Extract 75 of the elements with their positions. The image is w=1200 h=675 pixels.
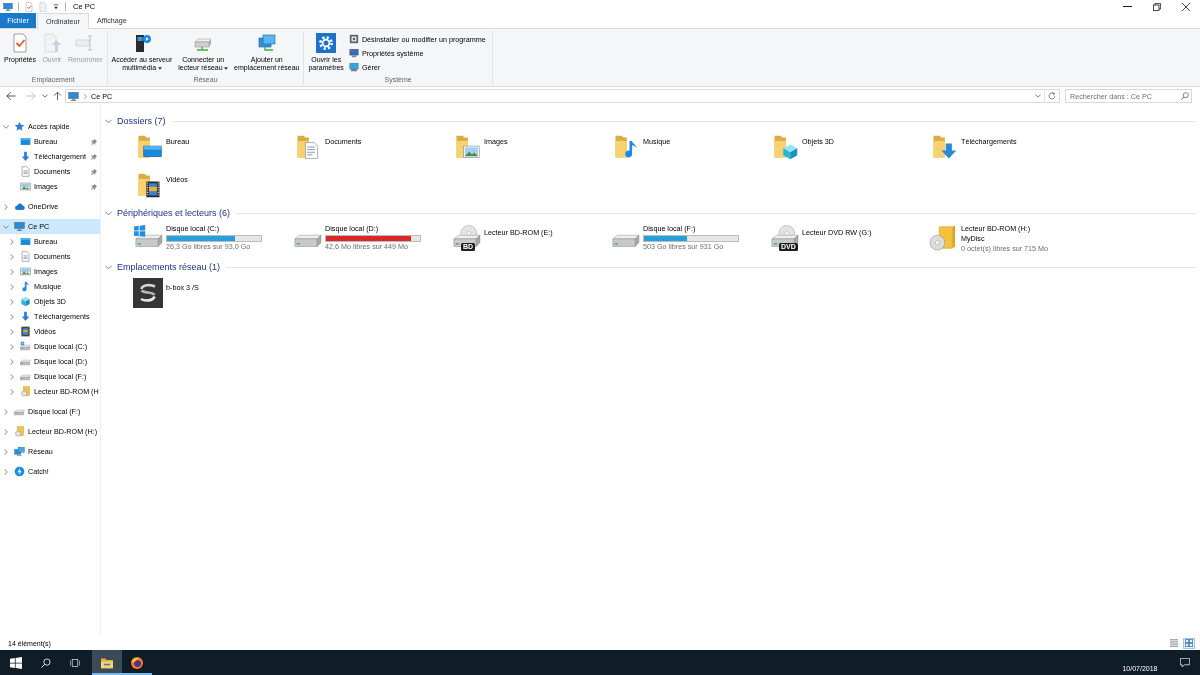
search-icon[interactable] [41, 657, 51, 668]
document-icon [20, 251, 31, 262]
program-box-icon [348, 34, 359, 44]
chevron-right-icon[interactable] [9, 328, 15, 335]
computer-icon [68, 90, 79, 102]
cloud-icon [14, 201, 25, 212]
details-list-icon [1170, 639, 1178, 647]
back-arrow-icon[interactable] [6, 91, 16, 101]
computer-icon [14, 221, 25, 232]
pin-icon[interactable] [91, 153, 97, 160]
cube-icon [20, 296, 31, 307]
stacked-windows-icon[interactable] [70, 657, 80, 668]
disc-box-icon [14, 426, 25, 437]
section-title[interactable]: Dossiers (7) [117, 116, 166, 126]
chevron-down-icon[interactable] [105, 210, 112, 216]
computer-icon [348, 62, 359, 72]
document-icon [20, 166, 31, 177]
monitor-icon [348, 48, 359, 58]
chevron-down-icon[interactable] [1035, 94, 1041, 98]
section-title[interactable]: Périphériques et lecteurs (6) [117, 208, 231, 218]
system-drive-icon [20, 341, 31, 352]
chevron-right-icon[interactable] [3, 448, 9, 455]
taskbar-app[interactable] [92, 650, 122, 675]
chevron-right-icon[interactable] [3, 203, 9, 210]
pin-icon[interactable] [91, 183, 97, 190]
chevron-right-icon[interactable] [3, 408, 9, 415]
up-arrow-icon[interactable] [53, 91, 62, 101]
picture-icon [20, 181, 31, 192]
pin-icon[interactable] [91, 168, 97, 175]
computer-icon [3, 1, 13, 12]
logo-tile-icon [133, 278, 163, 308]
music-note-icon [20, 281, 31, 292]
chevron-down-icon[interactable] [42, 94, 48, 98]
customize-caret-icon[interactable] [53, 3, 59, 10]
chevron-right-icon[interactable] [3, 468, 9, 475]
chevron-right-icon[interactable] [9, 298, 15, 305]
film-icon [20, 326, 31, 337]
chevron-right-icon[interactable] [9, 373, 15, 380]
chevron-right-icon[interactable] [9, 358, 15, 365]
view-button[interactable] [1168, 637, 1180, 649]
folder-icon [101, 656, 113, 669]
breadcrumb-chevron-icon[interactable] [84, 93, 87, 99]
chevron-right-icon[interactable] [9, 238, 15, 245]
disc-box-icon [20, 386, 31, 397]
settings-icon [316, 33, 337, 53]
icon-grid-icon [1185, 639, 1193, 647]
chevron-down-icon[interactable] [105, 118, 112, 124]
chevron-right-icon[interactable] [3, 428, 9, 435]
caret-icon [157, 66, 162, 70]
globe-icon [131, 656, 143, 669]
desktop-icon [20, 236, 31, 247]
checkmark-page-icon[interactable] [24, 1, 34, 12]
blank-page-icon[interactable] [38, 1, 48, 12]
chevron-down-icon[interactable] [3, 223, 9, 230]
view-button[interactable] [1183, 637, 1195, 649]
section-title[interactable]: Emplacements réseau (1) [117, 262, 221, 272]
chevron-right-icon[interactable] [9, 388, 15, 395]
windows-logo-icon[interactable] [10, 656, 22, 669]
chevron-right-icon[interactable] [9, 313, 15, 320]
disc-box-icon [928, 225, 958, 251]
chevron-down-icon[interactable] [3, 123, 9, 130]
network-icon [14, 446, 25, 457]
pin-icon[interactable] [91, 138, 97, 145]
chevron-right-icon[interactable] [9, 283, 15, 290]
desktop-icon [20, 136, 31, 147]
chevron-right-icon[interactable] [9, 268, 15, 275]
chevron-right-icon[interactable] [9, 253, 15, 260]
chevron-right-icon[interactable] [9, 343, 15, 350]
speech-bubble-icon[interactable] [1180, 657, 1190, 668]
refresh-icon[interactable] [1048, 92, 1056, 100]
restore-icon[interactable] [1152, 2, 1161, 11]
picture-icon [20, 266, 31, 277]
close-icon[interactable] [1181, 2, 1190, 11]
chevron-down-icon[interactable] [105, 264, 112, 270]
caret-icon [224, 66, 229, 70]
